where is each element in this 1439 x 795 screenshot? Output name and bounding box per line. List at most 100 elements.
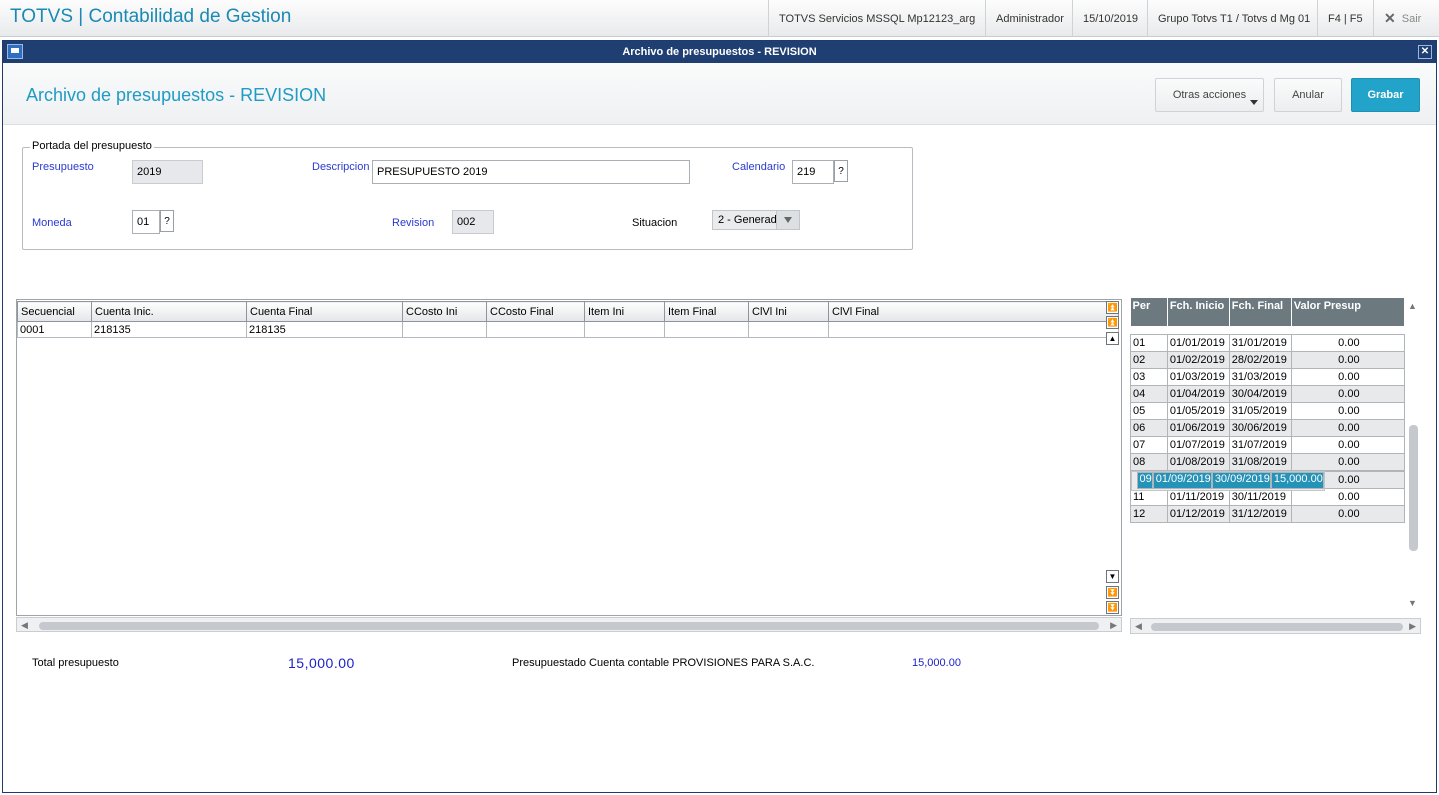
table-cell[interactable]: 0.00 <box>1290 384 1406 403</box>
page-down-icon[interactable]: ⏬ <box>1106 586 1119 599</box>
first-record-icon[interactable]: ⏫ <box>1106 301 1119 314</box>
table-cell[interactable]: 28/02/2019 <box>1228 350 1292 369</box>
column-header[interactable]: Item Final <box>664 301 749 322</box>
table-cell[interactable]: 11 <box>1130 487 1168 506</box>
table-cell[interactable]: 01/01/2019 <box>1166 333 1230 352</box>
scroll-up-icon[interactable]: ▲ <box>1408 301 1417 311</box>
periods-horizontal-scrollbar[interactable]: ◀ ▶ <box>1130 618 1421 634</box>
table-cell[interactable]: 31/01/2019 <box>1228 333 1292 352</box>
period-row[interactable]: 06 01/06/2019 30/06/2019 0.00 <box>1130 418 1406 437</box>
period-row[interactable]: 12 01/12/2019 31/12/2019 0.00 <box>1130 504 1406 523</box>
situacion-select[interactable]: 2 - Generado <box>712 210 800 230</box>
table-cell[interactable]: 01/04/2019 <box>1166 384 1230 403</box>
descripcion-field[interactable]: PRESUPUESTO 2019 <box>372 160 690 184</box>
column-header[interactable]: Secuencial <box>17 301 92 322</box>
table-cell[interactable]: 01/11/2019 <box>1166 487 1230 506</box>
table-cell[interactable]: 218135 <box>246 321 403 338</box>
table-cell[interactable]: 02 <box>1130 350 1168 369</box>
table-cell[interactable]: 30/11/2019 <box>1228 487 1292 506</box>
table-cell[interactable]: 0.00 <box>1290 487 1406 506</box>
table-cell[interactable]: 0.00 <box>1290 418 1406 437</box>
table-cell[interactable]: 31/07/2019 <box>1228 435 1292 454</box>
table-cell[interactable]: 0.00 <box>1290 452 1406 471</box>
table-cell[interactable]: 31/03/2019 <box>1228 367 1292 386</box>
table-cell[interactable]: 218135 <box>91 321 247 338</box>
period-row[interactable]: 04 01/04/2019 30/04/2019 0.00 <box>1130 384 1406 403</box>
calendario-field[interactable]: 219 <box>792 160 834 184</box>
table-cell[interactable]: 05 <box>1130 401 1168 420</box>
column-header[interactable]: Fch. Inicio <box>1167 298 1230 326</box>
other-actions-button[interactable]: Otras acciones <box>1155 78 1264 112</box>
table-cell[interactable]: 12 <box>1130 504 1168 523</box>
moneda-field[interactable]: 01 <box>132 210 160 234</box>
scroll-down-icon[interactable]: ▼ <box>1106 570 1119 583</box>
table-cell[interactable]: 01/09/2019 <box>1152 472 1212 489</box>
moneda-lookup-button[interactable]: ? <box>160 210 174 232</box>
accounts-horizontal-scrollbar[interactable]: ◀ ▶ <box>16 617 1122 632</box>
table-cell[interactable]: 06 <box>1130 418 1168 437</box>
scroll-up-icon[interactable]: ▲ <box>1106 332 1119 345</box>
column-header[interactable]: ClVl Final <box>828 301 1119 322</box>
table-cell[interactable]: 30/04/2019 <box>1228 384 1292 403</box>
scroll-left-icon[interactable]: ◀ <box>1135 621 1142 632</box>
scroll-left-icon[interactable]: ◀ <box>21 620 28 631</box>
page-up-icon[interactable]: ⏫ <box>1106 316 1119 329</box>
scroll-down-icon[interactable]: ▼ <box>1408 598 1417 608</box>
table-cell[interactable] <box>486 321 585 338</box>
period-row[interactable]: 07 01/07/2019 31/07/2019 0.00 <box>1130 435 1406 454</box>
table-cell[interactable]: 07 <box>1130 435 1168 454</box>
column-header[interactable]: Per <box>1130 298 1168 326</box>
table-cell[interactable]: 01/12/2019 <box>1166 504 1230 523</box>
table-cell[interactable] <box>584 321 665 338</box>
scroll-right-icon[interactable]: ▶ <box>1110 620 1117 631</box>
table-cell[interactable]: 01/07/2019 <box>1166 435 1230 454</box>
table-cell[interactable]: 01/06/2019 <box>1166 418 1230 437</box>
period-row[interactable]: 02 01/02/2019 28/02/2019 0.00 <box>1130 350 1406 369</box>
column-header[interactable]: Fch. Final <box>1229 298 1292 326</box>
last-record-icon[interactable]: ⏬ <box>1106 601 1119 614</box>
cancel-button[interactable]: Anular <box>1274 78 1342 112</box>
scroll-right-icon[interactable]: ▶ <box>1409 621 1416 632</box>
scrollbar-thumb[interactable] <box>1409 425 1418 551</box>
table-row[interactable]: 0001 218135 218135 <box>17 321 1119 338</box>
column-header[interactable]: Cuenta Final <box>246 301 403 322</box>
table-cell[interactable]: 01/02/2019 <box>1166 350 1230 369</box>
table-cell[interactable]: 0.00 <box>1290 333 1406 352</box>
table-cell[interactable]: 08 <box>1130 452 1168 471</box>
periods-vertical-scrollbar[interactable]: ▲ ▼ <box>1405 298 1421 613</box>
save-button[interactable]: Grabar <box>1351 78 1420 112</box>
table-cell[interactable] <box>748 321 829 338</box>
table-cell[interactable]: 01/03/2019 <box>1166 367 1230 386</box>
table-cell[interactable]: 01/05/2019 <box>1166 401 1230 420</box>
table-cell[interactable]: 31/12/2019 <box>1228 504 1292 523</box>
period-row[interactable]: 11 01/11/2019 30/11/2019 0.00 <box>1130 487 1406 506</box>
table-cell[interactable] <box>828 321 1119 338</box>
scrollbar-thumb[interactable] <box>1151 623 1403 631</box>
table-cell[interactable]: 01/08/2019 <box>1166 452 1230 471</box>
period-row[interactable]: 05 01/05/2019 31/05/2019 0.00 <box>1130 401 1406 420</box>
table-cell[interactable]: 31/05/2019 <box>1228 401 1292 420</box>
table-cell[interactable]: 0.00 <box>1290 401 1406 420</box>
table-cell[interactable]: 0.00 <box>1290 350 1406 369</box>
table-cell[interactable]: 03 <box>1130 367 1168 386</box>
chevron-down-icon[interactable] <box>776 211 799 229</box>
table-cell[interactable]: 0.00 <box>1290 367 1406 386</box>
table-cell[interactable]: 0.00 <box>1290 504 1406 523</box>
exit-button[interactable]: ✕ Sair <box>1373 0 1439 37</box>
column-header[interactable]: CCosto Ini <box>402 301 487 322</box>
table-cell[interactable]: 01 <box>1130 333 1168 352</box>
shortcuts-info[interactable]: F4 | F5 <box>1317 0 1373 37</box>
table-cell[interactable]: 15,000.00 <box>1270 472 1324 489</box>
table-cell[interactable]: 04 <box>1130 384 1168 403</box>
table-cell[interactable] <box>664 321 749 338</box>
table-cell[interactable]: 0001 <box>17 321 92 338</box>
scrollbar-thumb[interactable] <box>39 622 1099 630</box>
revision-field[interactable]: 002 <box>452 210 494 234</box>
window-close-button[interactable]: ✕ <box>1418 45 1432 59</box>
period-row[interactable]: 03 01/03/2019 31/03/2019 0.00 <box>1130 367 1406 386</box>
column-header[interactable]: Cuenta Inic. <box>91 301 247 322</box>
period-row[interactable]: 09 01/09/2019 30/09/2019 15,000.00 <box>1130 470 1325 491</box>
column-header[interactable]: ClVl Ini <box>748 301 829 322</box>
calendario-lookup-button[interactable]: ? <box>834 160 848 182</box>
column-header[interactable]: Valor Presup <box>1291 298 1406 326</box>
